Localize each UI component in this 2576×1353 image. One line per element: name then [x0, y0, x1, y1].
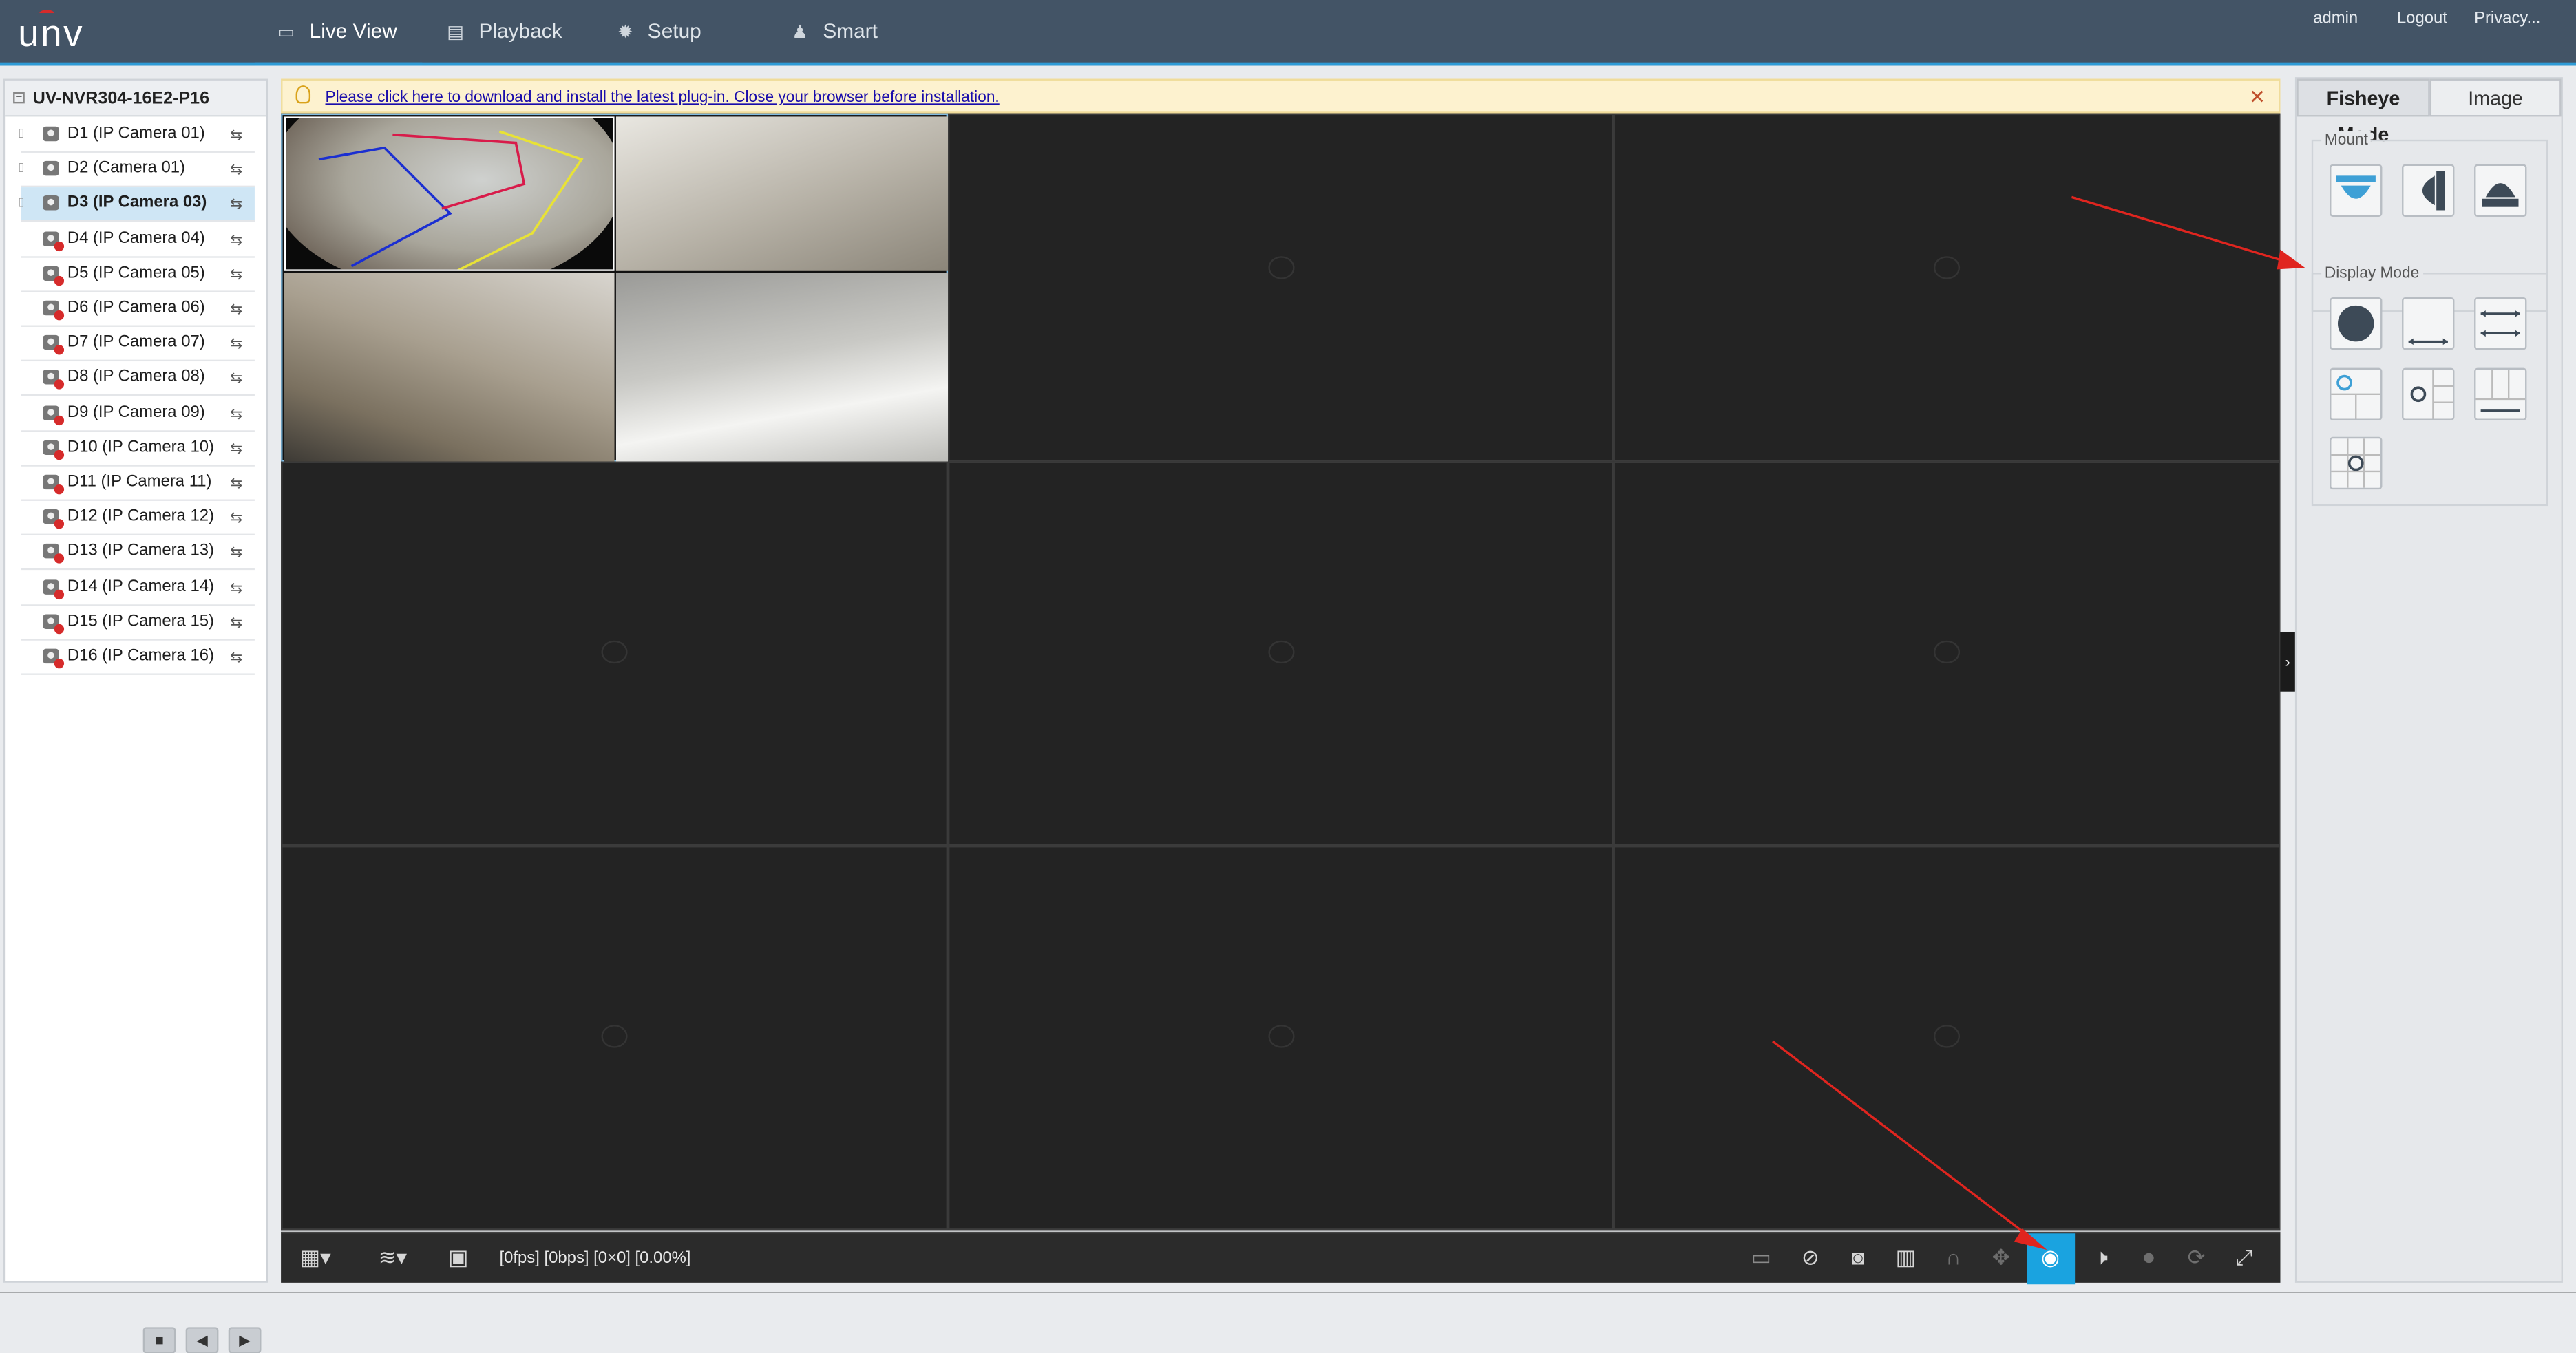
- stop-icon: ■: [155, 1332, 164, 1349]
- next-page-button[interactable]: ▶: [228, 1327, 262, 1353]
- prev-page-button[interactable]: ◀: [185, 1327, 219, 1353]
- stop-button[interactable]: ■: [142, 1327, 176, 1353]
- annotation-arrows: [1772, 195, 2305, 1250]
- prev-icon: ◀: [196, 1332, 208, 1349]
- next-icon: ▶: [239, 1332, 251, 1349]
